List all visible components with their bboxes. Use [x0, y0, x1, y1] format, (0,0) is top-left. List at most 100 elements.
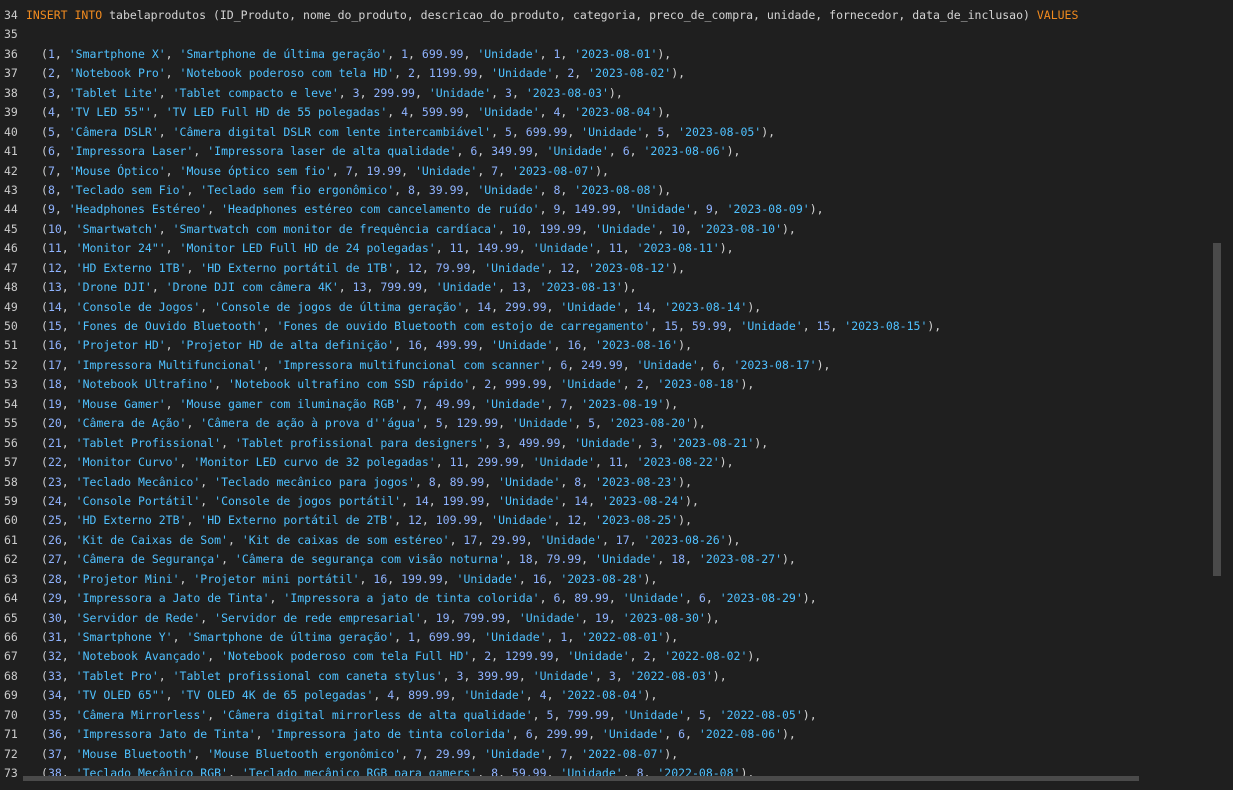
line-code: (1, 'Smartphone X', 'Smartphone de últim… — [26, 45, 671, 64]
code-line[interactable]: 52 (17, 'Impressora Multifuncional', 'Imp… — [0, 356, 1219, 375]
horizontal-scrollbar-thumb[interactable] — [23, 776, 1139, 781]
value-desc: 'Impressora laser de alta qualidade' — [207, 144, 457, 159]
value-id: 32 — [47, 649, 62, 664]
code-editor[interactable]: 34 INSERT INTO tabelaprodutos (ID_Produt… — [0, 0, 1233, 790]
value-price: 999.99 — [504, 377, 547, 392]
punct-comma: , — [511, 124, 526, 139]
line-number: 40 — [4, 124, 18, 139]
value-desc: 'Headphones estéreo com cancelamento de … — [221, 202, 540, 217]
punct-paren-close: ), — [657, 105, 672, 120]
punct-comma: , — [574, 66, 589, 81]
code-line[interactable]: 55 (20, 'Câmera de Ação', 'Câmera de ação… — [0, 414, 1219, 433]
code-line[interactable]: 70 (35, 'Câmera Mirrorless', 'Câmera digi… — [0, 706, 1219, 725]
code-line[interactable]: 42 (7, 'Mouse Óptico', 'Mouse óptico sem … — [0, 162, 1219, 181]
value-date: '2023-08-22' — [636, 455, 720, 470]
punct-paren-close: ), — [719, 241, 734, 256]
line-code: (11, 'Monitor 24"', 'Monitor LED Full HD… — [26, 239, 734, 258]
code-line[interactable]: 62 (27, 'Câmera de Segurança', 'Câmera de… — [0, 550, 1219, 569]
line-code: (7, 'Mouse Óptico', 'Mouse óptico sem fi… — [26, 162, 609, 181]
code-line[interactable]: 43 (8, 'Teclado sem Fio', 'Teclado sem fi… — [0, 181, 1219, 200]
code-line[interactable]: 45 (10, 'Smartwatch', 'Smartwatch com mon… — [0, 220, 1219, 239]
code-line[interactable]: 66 (31, 'Smartphone Y', 'Smartphone de úl… — [0, 628, 1219, 647]
punct-comma: , — [158, 668, 173, 683]
code-line[interactable]: 53 (18, 'Notebook Ultrafino', 'Notebook u… — [0, 375, 1219, 394]
code-line[interactable]: 64 (29, 'Impressora a Jato de Tinta', 'Im… — [0, 589, 1219, 608]
code-lines[interactable]: 34 INSERT INTO tabelaprodutos (ID_Produt… — [0, 6, 1219, 784]
punct-comma: , — [504, 552, 519, 567]
vertical-scrollbar-track[interactable] — [1219, 0, 1233, 790]
punct-paren-open: ( — [41, 474, 48, 489]
punct-comma: , — [685, 221, 699, 236]
code-line[interactable]: 50 (15, 'Fones de Ouvido Bluetooth', 'Fon… — [0, 317, 1219, 336]
code-line[interactable]: 54 (19, 'Mouse Gamer', 'Mouse gamer com i… — [0, 395, 1219, 414]
punct-comma: , — [712, 202, 727, 217]
punct-comma: , — [359, 85, 374, 100]
value-cat: 1 — [401, 46, 409, 61]
value-unit: 'Unidade' — [484, 746, 547, 761]
value-name: 'Projetor HD' — [75, 338, 166, 353]
line-code: (22, 'Monitor Curvo', 'Monitor LED curvo… — [26, 453, 734, 472]
code-line[interactable]: 40 (5, 'Câmera DSLR', 'Câmera digital DSL… — [0, 123, 1219, 142]
value-price: 129.99 — [456, 416, 499, 431]
code-line[interactable]: 51 (16, 'Projetor HD', 'Projetor HD de al… — [0, 336, 1219, 355]
value-unit: 'Unidade' — [415, 163, 478, 178]
code-line[interactable]: 61 (26, 'Kit de Caixas de Som', 'Kit de c… — [0, 531, 1219, 550]
value-unit: 'Unidade' — [435, 280, 499, 295]
code-line[interactable]: 46 (11, 'Monitor 24"', 'Monitor LED Full … — [0, 239, 1219, 258]
punct-comma: , — [539, 202, 554, 217]
code-line[interactable]: 37 (2, 'Notebook Pro', 'Notebook poderoso… — [0, 64, 1219, 83]
code-line[interactable]: 38 (3, 'Tablet Lite', 'Tablet compacto e … — [0, 84, 1219, 103]
line-code: (23, 'Teclado Mecânico', 'Teclado mecâni… — [26, 473, 692, 492]
value-desc: 'Mouse gamer com iluminação RGB' — [179, 396, 402, 411]
code-line[interactable]: 68 (33, 'Tablet Pro', 'Tablet profissiona… — [0, 667, 1219, 686]
code-line-blank[interactable]: 35 — [0, 25, 1219, 44]
code-line[interactable]: 47 (12, 'HD Externo 1TB', 'HD Externo por… — [0, 259, 1219, 278]
punct-comma: , — [705, 707, 720, 722]
code-line[interactable]: 69 (34, 'TV OLED 65"', 'TV OLED 4K de 65 … — [0, 686, 1219, 705]
code-line[interactable]: 65 (30, 'Servidor de Rede', 'Servidor de … — [0, 609, 1219, 628]
punct-comma: , — [629, 532, 644, 547]
punct-paren-close: ), — [754, 435, 769, 450]
code-line[interactable]: 63 (28, 'Projetor Mini', 'Projetor mini p… — [0, 570, 1219, 589]
code-line[interactable]: 60 (25, 'HD Externo 2TB', 'HD Externo por… — [0, 511, 1219, 530]
code-line[interactable]: 57 (22, 'Monitor Curvo', 'Monitor LED cur… — [0, 453, 1219, 472]
code-line[interactable]: 48 (13, 'Drone DJI', 'Drone DJI com câmer… — [0, 278, 1219, 297]
code-line[interactable]: 36 (1, 'Smartphone X', 'Smartphone de últ… — [0, 45, 1219, 64]
punct-comma: , — [567, 630, 582, 644]
code-line[interactable]: 72 (37, 'Mouse Bluetooth', 'Mouse Bluetoo… — [0, 745, 1219, 764]
value-unit: 'Unidade' — [595, 221, 658, 236]
punct-paren-close: ), — [643, 688, 658, 703]
code-line-header[interactable]: 34 INSERT INTO tabelaprodutos (ID_Produt… — [0, 6, 1219, 25]
value-id: 8 — [47, 182, 55, 197]
code-line[interactable]: 41 (6, 'Impressora Laser', 'Impressora la… — [0, 142, 1219, 161]
value-price: 109.99 — [435, 513, 478, 528]
code-line[interactable]: 49 (14, 'Console de Jogos', 'Console de j… — [0, 298, 1219, 317]
code-line[interactable]: 56 (21, 'Tablet Profissional', 'Tablet pr… — [0, 434, 1219, 453]
punct-comma: , — [546, 688, 561, 703]
code-line[interactable]: 58 (23, 'Teclado Mecânico', 'Teclado mecâ… — [0, 473, 1219, 492]
code-line[interactable]: 59 (24, 'Console Portátil', 'Console de j… — [0, 492, 1219, 511]
line-number: 44 — [4, 202, 18, 217]
punct-paren-close: ), — [740, 377, 755, 392]
value-date: '2023-08-11' — [636, 241, 720, 256]
code-line[interactable]: 39 (4, 'TV LED 55"', 'TV LED Full HD de 5… — [0, 103, 1219, 122]
punct-comma: , — [200, 474, 215, 489]
punct-comma: , — [401, 746, 415, 761]
punct-comma: , — [61, 357, 76, 372]
punct-comma: , — [491, 377, 505, 392]
vertical-scrollbar-thumb[interactable] — [1213, 243, 1221, 576]
punct-comma: , — [685, 552, 699, 567]
line-code: (28, 'Projetor Mini', 'Projetor mini por… — [26, 570, 657, 589]
code-line[interactable]: 71 (36, 'Impressora Jato de Tinta', 'Impr… — [0, 725, 1219, 744]
value-price: 699.99 — [421, 46, 464, 61]
punct-comma: , — [622, 377, 637, 392]
value-name: 'Fones de Ouvido Bluetooth' — [75, 319, 263, 333]
code-line[interactable]: 67 (32, 'Notebook Avançado', 'Notebook po… — [0, 647, 1219, 666]
punct-comma: , — [553, 338, 568, 353]
value-id: 26 — [47, 532, 62, 547]
code-line[interactable]: 44 (9, 'Headphones Estéreo', 'Headphones … — [0, 200, 1219, 219]
punct-paren-open: ( — [41, 124, 48, 139]
punct-comma: , — [643, 124, 658, 139]
punct-comma: , — [221, 552, 235, 567]
punct-comma: , — [414, 182, 429, 197]
